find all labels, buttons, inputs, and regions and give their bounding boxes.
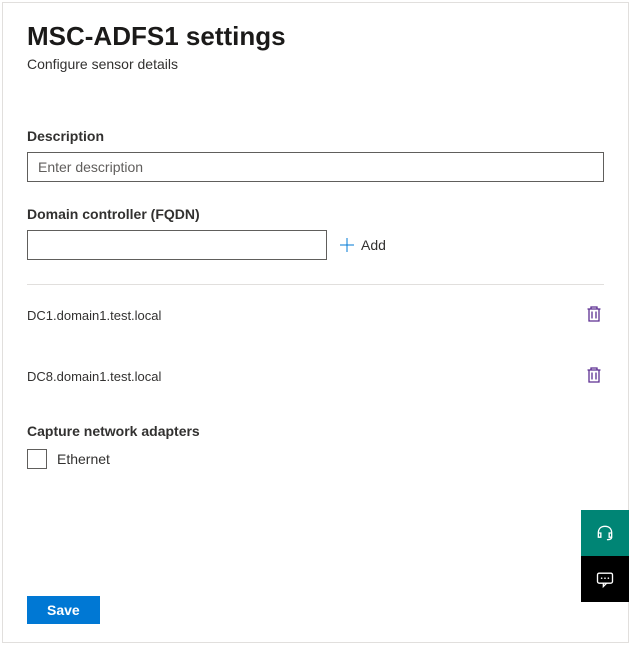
trash-icon [586,366,602,384]
floating-buttons [581,510,629,602]
list-item: DC8.domain1.test.local [27,346,604,407]
description-input[interactable] [27,152,604,182]
page-title: MSC-ADFS1 settings [27,21,604,52]
trash-icon [586,305,602,323]
add-button[interactable]: Add [335,233,390,257]
page-subtitle: Configure sensor details [27,56,604,72]
fqdn-input[interactable] [27,230,327,260]
adapter-checkbox[interactable] [27,449,47,469]
adapters-label: Capture network adapters [27,423,604,439]
adapter-row: Ethernet [27,449,604,469]
adapter-label: Ethernet [57,451,110,467]
feedback-button[interactable] [581,556,629,602]
dc-name: DC8.domain1.test.local [27,369,161,384]
description-label: Description [27,128,604,144]
dc-list: DC1.domain1.test.local DC8.domain1.test.… [27,285,604,407]
adapters-section: Capture network adapters Ethernet [27,423,604,469]
save-button[interactable]: Save [27,596,100,624]
delete-button[interactable] [584,303,604,328]
settings-panel: MSC-ADFS1 settings Configure sensor deta… [2,2,629,643]
delete-button[interactable] [584,364,604,389]
dc-name: DC1.domain1.test.local [27,308,161,323]
list-item: DC1.domain1.test.local [27,285,604,346]
chat-icon [595,569,615,589]
headset-icon [595,523,615,543]
plus-icon [339,237,355,253]
add-label: Add [361,237,386,253]
fqdn-row: Add [27,230,604,260]
support-button[interactable] [581,510,629,556]
fqdn-label: Domain controller (FQDN) [27,206,604,222]
